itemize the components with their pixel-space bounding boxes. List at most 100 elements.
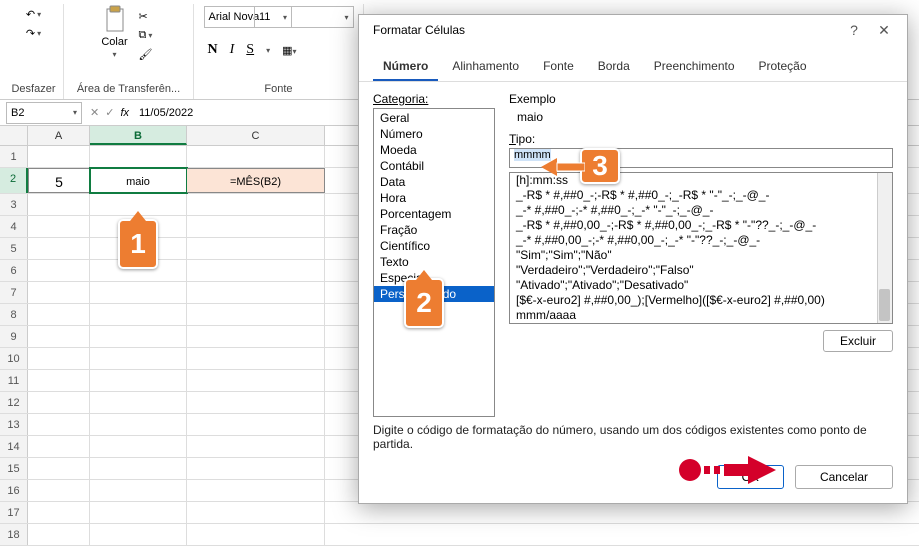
cell[interactable] [187, 502, 325, 523]
cell[interactable] [28, 146, 90, 167]
cell[interactable] [90, 146, 187, 167]
category-item[interactable]: Porcentagem [374, 206, 494, 222]
row-header[interactable]: 3 [0, 194, 28, 215]
category-item[interactable]: Hora [374, 190, 494, 206]
format-item[interactable]: _-R$ * #,##0,00_-;-R$ * #,##0,00_-;_-R$ … [510, 218, 892, 233]
category-item[interactable]: Moeda [374, 142, 494, 158]
underline-button[interactable]: S [246, 42, 254, 58]
row-header[interactable]: 10 [0, 348, 28, 369]
format-item[interactable]: "Verdadeiro";"Verdadeiro";"Falso" [510, 263, 892, 278]
row-header[interactable]: 18 [0, 524, 28, 545]
row-header[interactable]: 11 [0, 370, 28, 391]
row-header[interactable]: 13 [0, 414, 28, 435]
format-item[interactable]: [$€-x-euro2] #,##0,00_);[Vermelho]([$€-x… [510, 293, 892, 308]
cell[interactable] [90, 458, 187, 479]
cell[interactable] [187, 194, 325, 215]
cell[interactable] [90, 436, 187, 457]
row-header[interactable]: 6 [0, 260, 28, 281]
cell[interactable] [90, 502, 187, 523]
cell[interactable] [90, 392, 187, 413]
format-item[interactable]: "Sim";"Sim";"Não" [510, 248, 892, 263]
category-item[interactable]: Geral [374, 110, 494, 126]
cell[interactable] [90, 326, 187, 347]
cell[interactable] [28, 524, 90, 545]
row-header[interactable]: 9 [0, 326, 28, 347]
cell[interactable] [90, 348, 187, 369]
category-item[interactable]: Número [374, 126, 494, 142]
cell[interactable] [90, 304, 187, 325]
cell[interactable] [28, 458, 90, 479]
format-item[interactable]: _-R$ * #,##0_-;-R$ * #,##0_-;_-R$ * "-"_… [510, 188, 892, 203]
bold-button[interactable]: N [208, 42, 218, 58]
dialog-tab[interactable]: Fonte [533, 53, 584, 81]
row-header[interactable]: 5 [0, 238, 28, 259]
format-item[interactable]: _-* #,##0_-;-* #,##0_-;_-* "-"_-;_-@_- [510, 203, 892, 218]
cell[interactable] [90, 524, 187, 545]
copy-button[interactable]: ⧉▾ [135, 27, 157, 44]
cancel-button[interactable]: Cancelar [795, 465, 893, 489]
cell[interactable] [28, 260, 90, 281]
cell[interactable]: maio [90, 168, 187, 193]
cell[interactable] [28, 392, 90, 413]
excluir-button[interactable]: Excluir [823, 330, 893, 352]
format-list-scrollbar[interactable] [877, 173, 892, 323]
row-header[interactable]: 7 [0, 282, 28, 303]
row-header[interactable]: 8 [0, 304, 28, 325]
font-size-select[interactable]: 11 ▾ [254, 6, 292, 28]
close-button[interactable]: ✕ [869, 22, 899, 39]
cell[interactable] [187, 146, 325, 167]
category-item[interactable]: Texto [374, 254, 494, 270]
format-item[interactable]: [$-pt-BR]dddd, d" de "mmmm" de "aaaa [510, 323, 892, 324]
cell[interactable] [187, 392, 325, 413]
cell[interactable] [28, 370, 90, 391]
chevron-down-icon[interactable]: ▾ [113, 50, 117, 59]
row-header[interactable]: 12 [0, 392, 28, 413]
cell[interactable] [187, 458, 325, 479]
row-header[interactable]: 16 [0, 480, 28, 501]
cell[interactable] [28, 414, 90, 435]
category-item[interactable]: Contábil [374, 158, 494, 174]
scrollbar-thumb[interactable] [879, 289, 890, 321]
category-item[interactable]: Data [374, 174, 494, 190]
borders-button[interactable]: ▦▾ [282, 44, 296, 57]
category-item[interactable]: Fração [374, 222, 494, 238]
col-header-c[interactable]: C [187, 126, 325, 145]
format-list[interactable]: [h]:mm:ss_-R$ * #,##0_-;-R$ * #,##0_-;_-… [509, 172, 893, 324]
dialog-tab[interactable]: Borda [588, 53, 640, 81]
cell[interactable] [187, 238, 325, 259]
format-item[interactable]: "Ativado";"Ativado";"Desativado" [510, 278, 892, 293]
accept-formula-button[interactable]: ✓ [105, 106, 114, 119]
cell[interactable] [28, 436, 90, 457]
paste-icon[interactable] [101, 6, 129, 34]
cell[interactable]: =MÊS(B2) [187, 168, 325, 193]
row-header[interactable]: 15 [0, 458, 28, 479]
cell[interactable] [187, 436, 325, 457]
cell[interactable]: 5 [28, 168, 90, 193]
cell[interactable] [187, 524, 325, 545]
dialog-tab[interactable]: Alinhamento [442, 53, 529, 81]
cell[interactable] [187, 216, 325, 237]
row-header[interactable]: 14 [0, 436, 28, 457]
format-item[interactable]: mmm/aaaa [510, 308, 892, 323]
cell[interactable] [187, 414, 325, 435]
cell[interactable] [187, 480, 325, 501]
cell[interactable] [90, 370, 187, 391]
cell[interactable] [90, 414, 187, 435]
select-all-corner[interactable] [0, 126, 28, 145]
cell[interactable] [187, 370, 325, 391]
dialog-tab[interactable]: Proteção [749, 53, 817, 81]
cell[interactable] [90, 480, 187, 501]
undo-button[interactable]: ↶▾ [22, 6, 45, 23]
cell[interactable] [28, 216, 90, 237]
cut-button[interactable]: ✂ [135, 8, 157, 25]
cell[interactable] [28, 304, 90, 325]
cell[interactable] [187, 326, 325, 347]
row-header[interactable]: 2 [0, 168, 28, 193]
fx-icon[interactable]: fx [120, 107, 129, 119]
cell[interactable] [28, 282, 90, 303]
cell[interactable] [187, 282, 325, 303]
format-item[interactable]: _-* #,##0,00_-;-* #,##0,00_-;_-* "-"??_-… [510, 233, 892, 248]
row-header[interactable]: 1 [0, 146, 28, 167]
cell[interactable] [187, 304, 325, 325]
cell[interactable] [28, 502, 90, 523]
